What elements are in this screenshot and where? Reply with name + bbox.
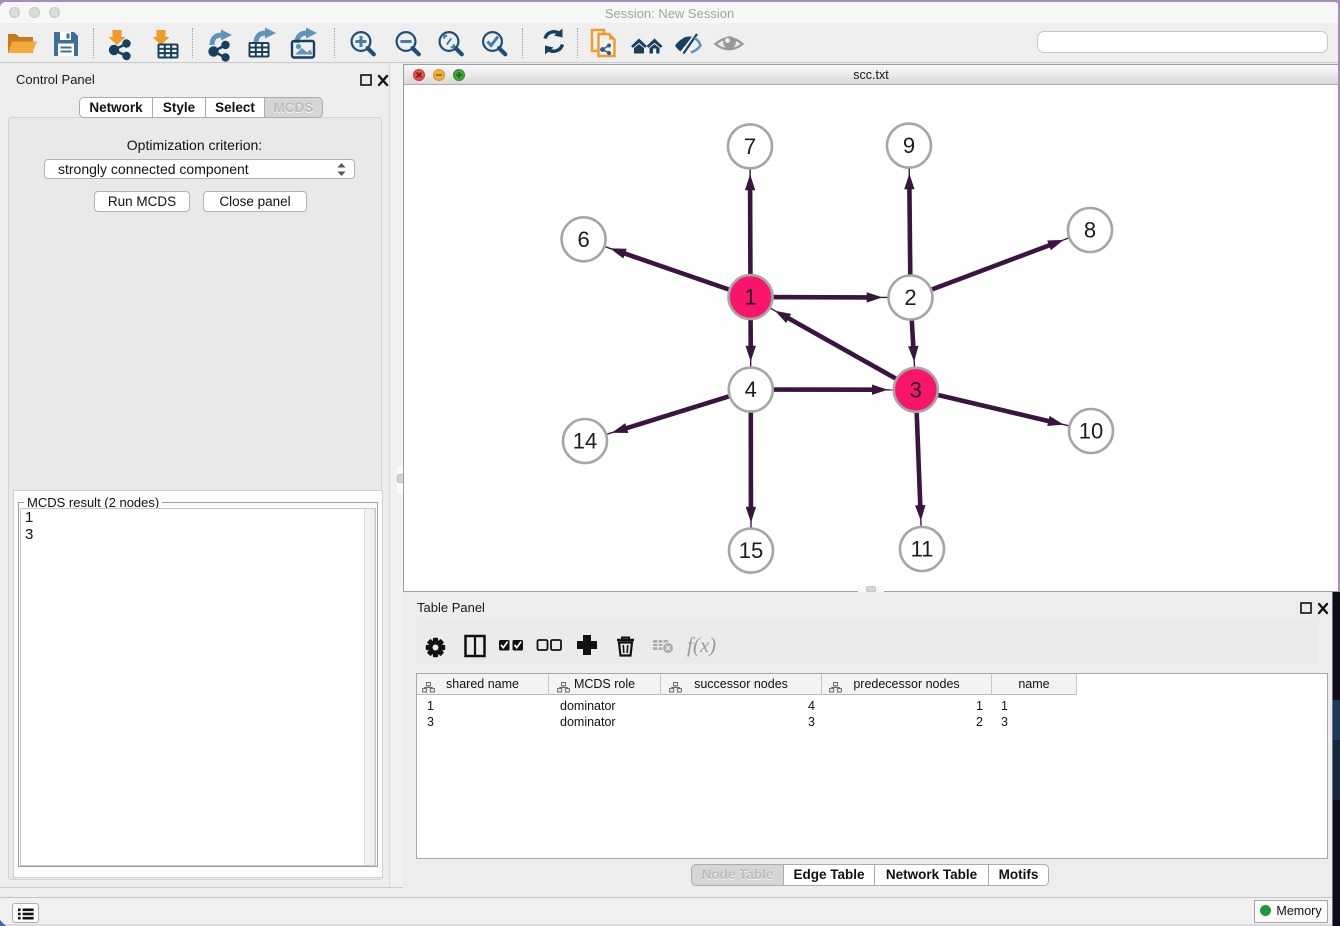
svg-text:1: 1 — [744, 285, 756, 310]
svg-text:7: 7 — [744, 134, 756, 159]
svg-text:9: 9 — [903, 133, 915, 158]
svg-text:3: 3 — [910, 377, 922, 402]
svg-text:6: 6 — [577, 227, 589, 252]
svg-text:2: 2 — [904, 285, 916, 310]
svg-text:10: 10 — [1079, 419, 1103, 444]
svg-text:f(x): f(x) — [687, 633, 716, 657]
svg-text:14: 14 — [573, 429, 597, 454]
svg-text:15: 15 — [739, 538, 763, 563]
svg-text:8: 8 — [1084, 218, 1096, 243]
svg-text:11: 11 — [911, 537, 934, 562]
svg-text:4: 4 — [745, 377, 757, 402]
